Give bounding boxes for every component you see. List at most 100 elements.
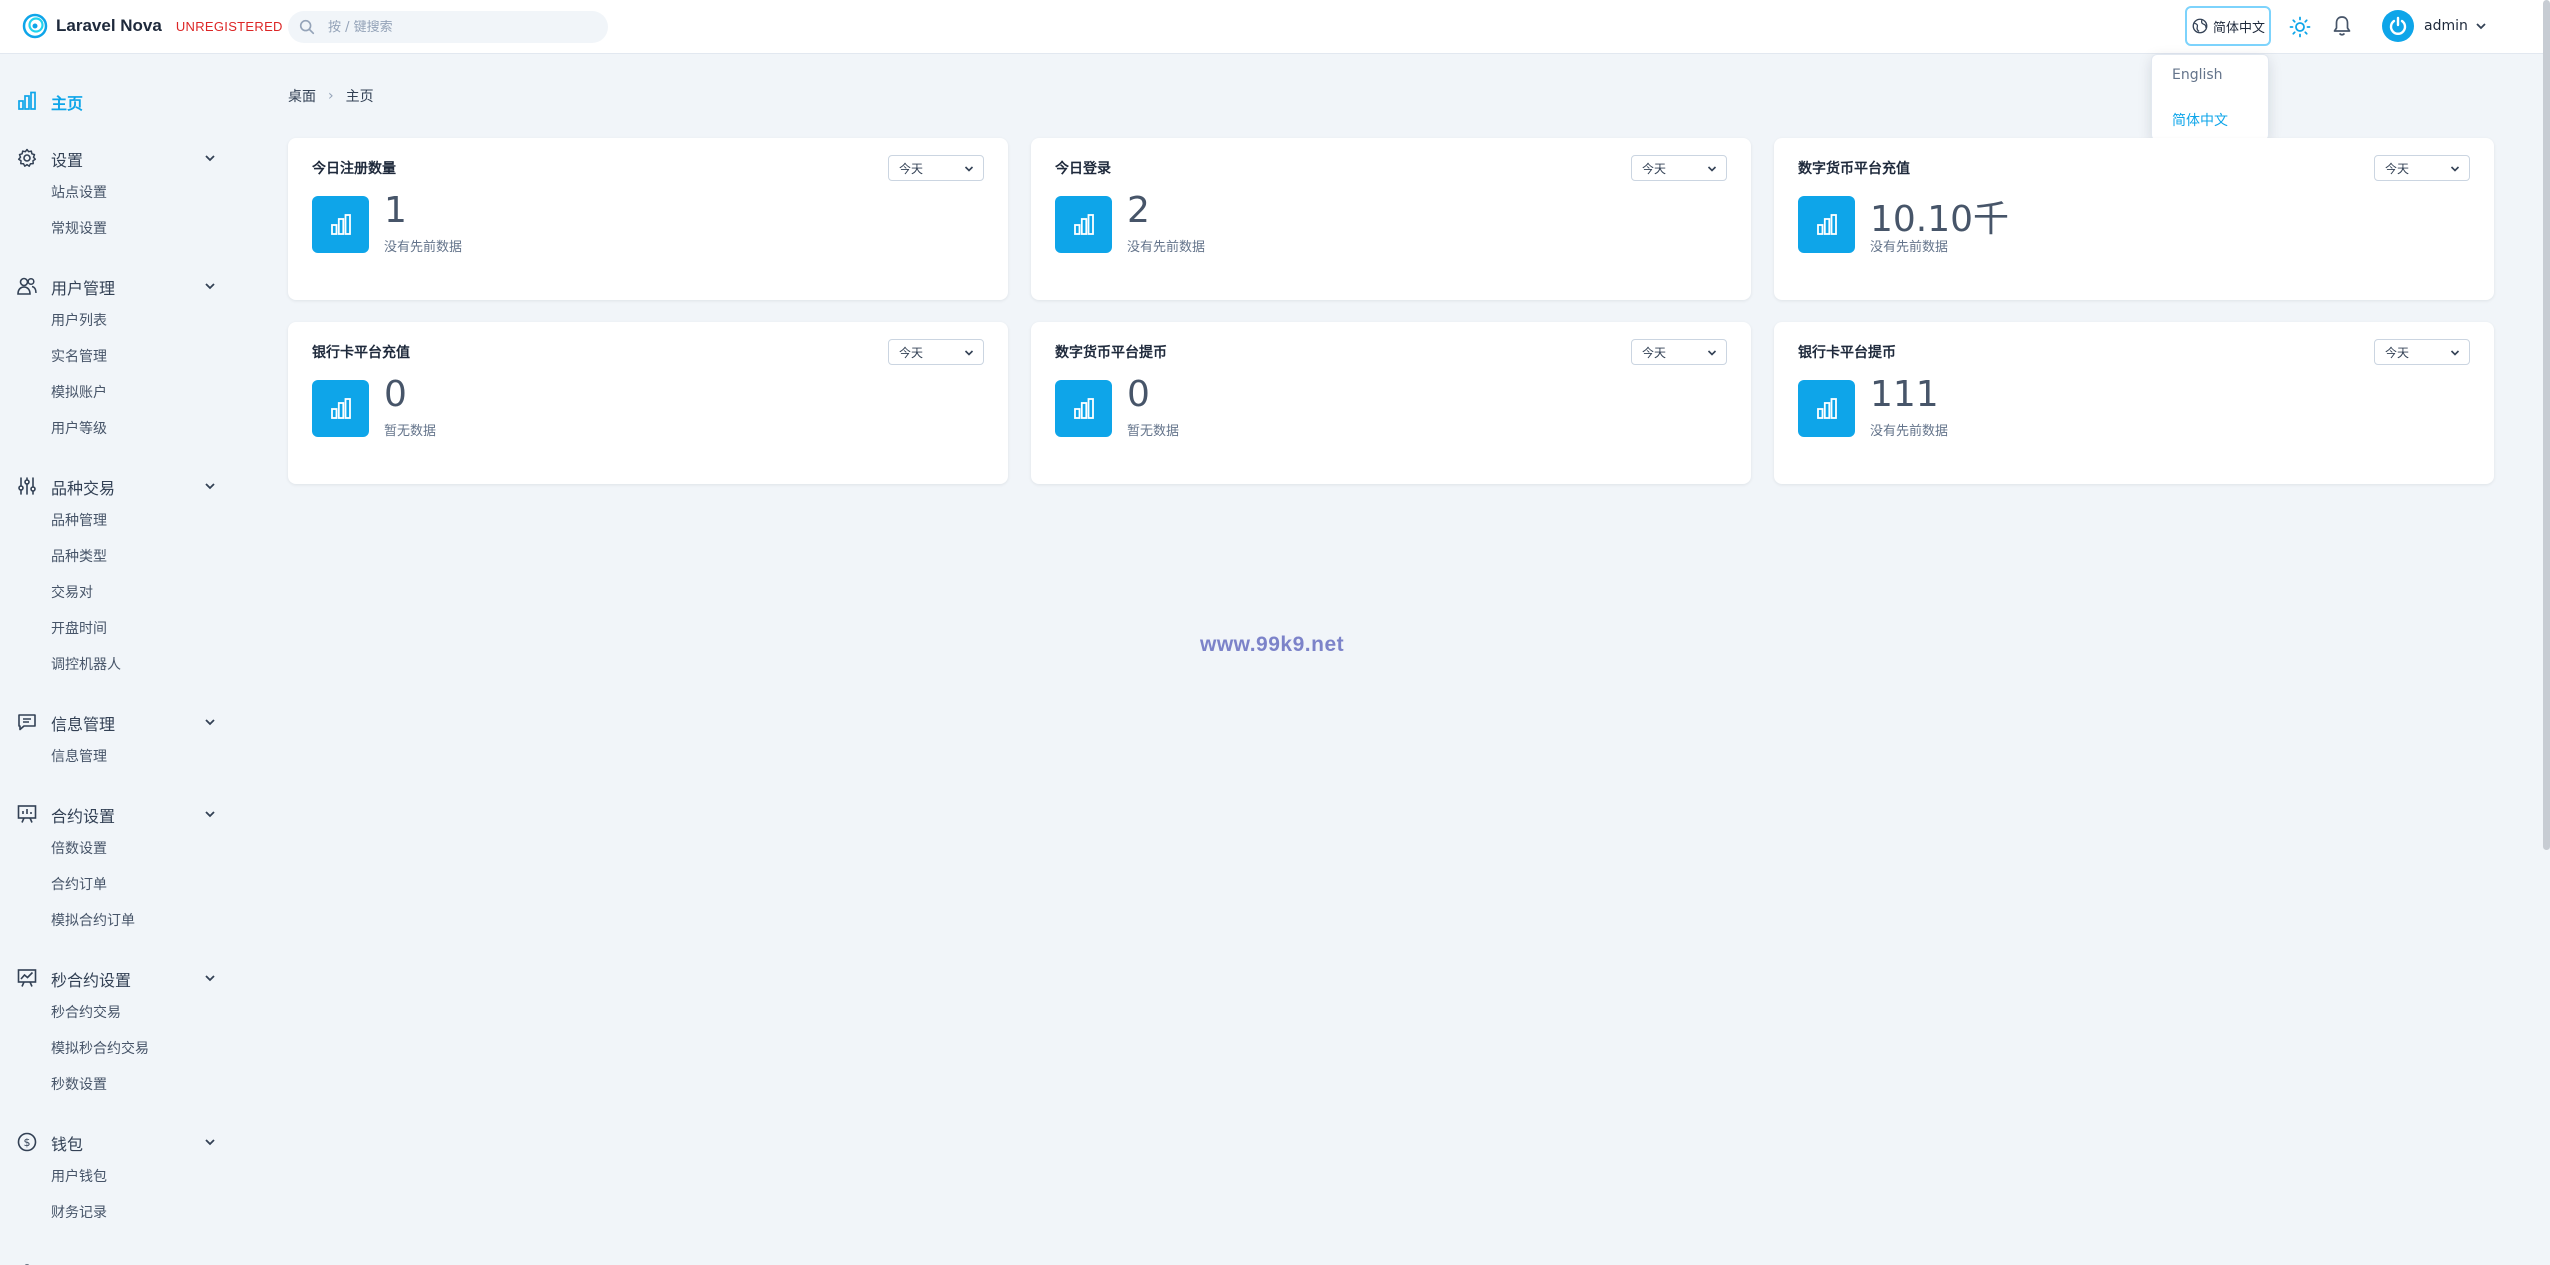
presentation-icon <box>17 805 37 823</box>
sidebar-item-symbol-types[interactable]: 品种类型 <box>51 546 107 566</box>
chevron-down-icon <box>964 166 974 172</box>
watermark: www.99k9.net <box>1200 633 1345 656</box>
chevron-down-icon <box>205 719 215 726</box>
user-menu[interactable]: admin <box>2382 10 2488 42</box>
bar-chart-icon <box>1073 397 1094 419</box>
bar-chart-icon <box>1816 397 1837 419</box>
metric-value: 111 <box>1870 374 1939 415</box>
range-select[interactable]: 今天 <box>1631 339 1727 365</box>
range-select[interactable]: 今天 <box>888 155 984 181</box>
bar-chart-icon <box>18 91 36 110</box>
metric-icon-box <box>312 380 369 437</box>
metric-note: 没有先前数据 <box>1870 240 1949 255</box>
metric-value: 0 <box>384 374 407 415</box>
breadcrumb-link[interactable]: 桌面 <box>288 86 316 106</box>
language-button[interactable]: 简体中文 <box>2185 6 2271 46</box>
range-select[interactable]: 今天 <box>888 339 984 365</box>
chevron-down-icon <box>2476 23 2486 30</box>
sidebar-item-financial-records[interactable]: 财务记录 <box>51 1202 107 1222</box>
gear-icon <box>17 148 37 167</box>
chevron-down-icon <box>205 975 215 982</box>
sidebar-group-wallet[interactable]: $ 钱包 <box>0 1128 240 1156</box>
sidebar-group-users[interactable]: 用户管理 <box>0 272 240 300</box>
sidebar-item-trading-pairs[interactable]: 交易对 <box>51 582 93 602</box>
card-title: 银行卡平台提币 <box>1798 345 1896 361</box>
chevron-down-icon <box>205 283 215 290</box>
metric-icon-box <box>1055 380 1112 437</box>
language-button-label: 简体中文 <box>2212 20 2265 36</box>
chevron-down-icon <box>1707 350 1717 356</box>
svg-text:$: $ <box>24 1136 31 1149</box>
gear-icon <box>24 1264 30 1265</box>
sidebar: 主页 设置 站点设置 常规设置 用户管理 用户列表 实名管理 模拟账户 用户等级 <box>0 54 240 1265</box>
sidebar-item-home[interactable]: 主页 <box>0 87 240 115</box>
search-icon <box>299 19 315 35</box>
card-title: 数字货币平台充值 <box>1798 161 1910 177</box>
sidebar-item-verification[interactable]: 实名管理 <box>51 346 107 366</box>
globe-icon <box>2192 18 2208 34</box>
sidebar-group-settings[interactable]: 设置 <box>0 144 240 172</box>
sidebar-item-second-trading[interactable]: 秒合约交易 <box>51 1002 121 1022</box>
user-name: admin <box>2424 18 2468 34</box>
chevron-down-icon <box>2450 166 2460 172</box>
sidebar-item-demo-contract-orders[interactable]: 模拟合约订单 <box>51 910 135 930</box>
sidebar-group-second-contracts[interactable]: 秒合约设置 <box>0 964 240 992</box>
sidebar-item-general-settings[interactable]: 常规设置 <box>51 218 107 238</box>
sidebar-group-trading[interactable]: 品种交易 <box>0 472 240 500</box>
sidebar-group-contracts[interactable]: 合约设置 <box>0 800 240 828</box>
metric-card: 数字货币平台充值 今天 10.10千 没有先前数据 <box>1774 138 2494 300</box>
card-title: 今日登录 <box>1055 161 1111 177</box>
language-option-chinese[interactable]: 简体中文 <box>2172 110 2228 130</box>
metric-icon-box <box>1798 196 1855 253</box>
metric-card: 银行卡平台充值 今天 0 暂无数据 <box>288 322 1008 484</box>
card-title: 今日注册数量 <box>312 161 396 177</box>
sidebar-item-site-settings[interactable]: 站点设置 <box>51 182 107 202</box>
range-select[interactable]: 今天 <box>2374 339 2470 365</box>
range-select[interactable]: 今天 <box>2374 155 2470 181</box>
sidebar-item-message-management[interactable]: 信息管理 <box>51 746 107 766</box>
breadcrumb-separator-icon: › <box>328 88 334 104</box>
metric-card: 今日注册数量 今天 1 没有先前数据 <box>288 138 1008 300</box>
sidebar-group-messages[interactable]: 信息管理 <box>0 708 240 736</box>
sidebar-item-symbols[interactable]: 品种管理 <box>51 510 107 530</box>
language-menu: English 简体中文 <box>2151 54 2269 141</box>
sidebar-item-user-levels[interactable]: 用户等级 <box>51 418 107 438</box>
bar-chart-icon <box>330 397 351 419</box>
sidebar-item-leverage-settings[interactable]: 倍数设置 <box>51 838 107 858</box>
sun-icon[interactable] <box>2288 15 2312 39</box>
sidebar-group-label: 钱包 <box>51 1135 84 1154</box>
chevron-down-icon <box>1707 166 1717 172</box>
metric-note: 没有先前数据 <box>384 240 463 255</box>
page-scrollbar[interactable] <box>2543 0 2550 850</box>
sidebar-item-demo-second-trading[interactable]: 模拟秒合约交易 <box>51 1038 149 1058</box>
users-icon <box>17 277 37 295</box>
sidebar-item-label: 主页 <box>51 94 84 113</box>
sidebar-item-demo-accounts[interactable]: 模拟账户 <box>51 382 107 402</box>
sidebar-item-opening-hours[interactable]: 开盘时间 <box>51 618 107 638</box>
sidebar-item-user-list[interactable]: 用户列表 <box>51 310 107 330</box>
chevron-down-icon <box>205 1139 215 1146</box>
chevron-down-icon <box>964 350 974 356</box>
search-input[interactable] <box>328 19 588 35</box>
metric-note: 暂无数据 <box>384 424 437 439</box>
sliders-icon <box>18 477 36 495</box>
breadcrumb: 桌面 › 主页 <box>288 86 374 106</box>
bar-chart-icon <box>1073 213 1094 235</box>
sidebar-item-contract-orders[interactable]: 合约订单 <box>51 874 107 894</box>
search-box[interactable] <box>288 11 608 43</box>
language-option-english[interactable]: English <box>2172 67 2223 83</box>
sidebar-item-user-wallets[interactable]: 用户钱包 <box>51 1166 107 1186</box>
chevron-down-icon <box>205 483 215 490</box>
sidebar-item-seconds-settings[interactable]: 秒数设置 <box>51 1074 107 1094</box>
metric-value: 0 <box>1127 374 1150 415</box>
sidebar-group-label: 设置 <box>51 151 84 170</box>
range-select[interactable]: 今天 <box>1631 155 1727 181</box>
logo[interactable]: Laravel Nova UNREGISTERED <box>22 13 283 39</box>
chevron-down-icon <box>2450 350 2460 356</box>
range-select-value: 今天 <box>899 345 924 360</box>
sidebar-item-control-bot[interactable]: 调控机器人 <box>51 654 121 674</box>
dollar-icon: $ <box>17 1132 37 1152</box>
bar-chart-icon <box>1816 213 1837 235</box>
sidebar-group-label: 信息管理 <box>51 715 116 734</box>
bell-icon[interactable] <box>2330 14 2354 38</box>
